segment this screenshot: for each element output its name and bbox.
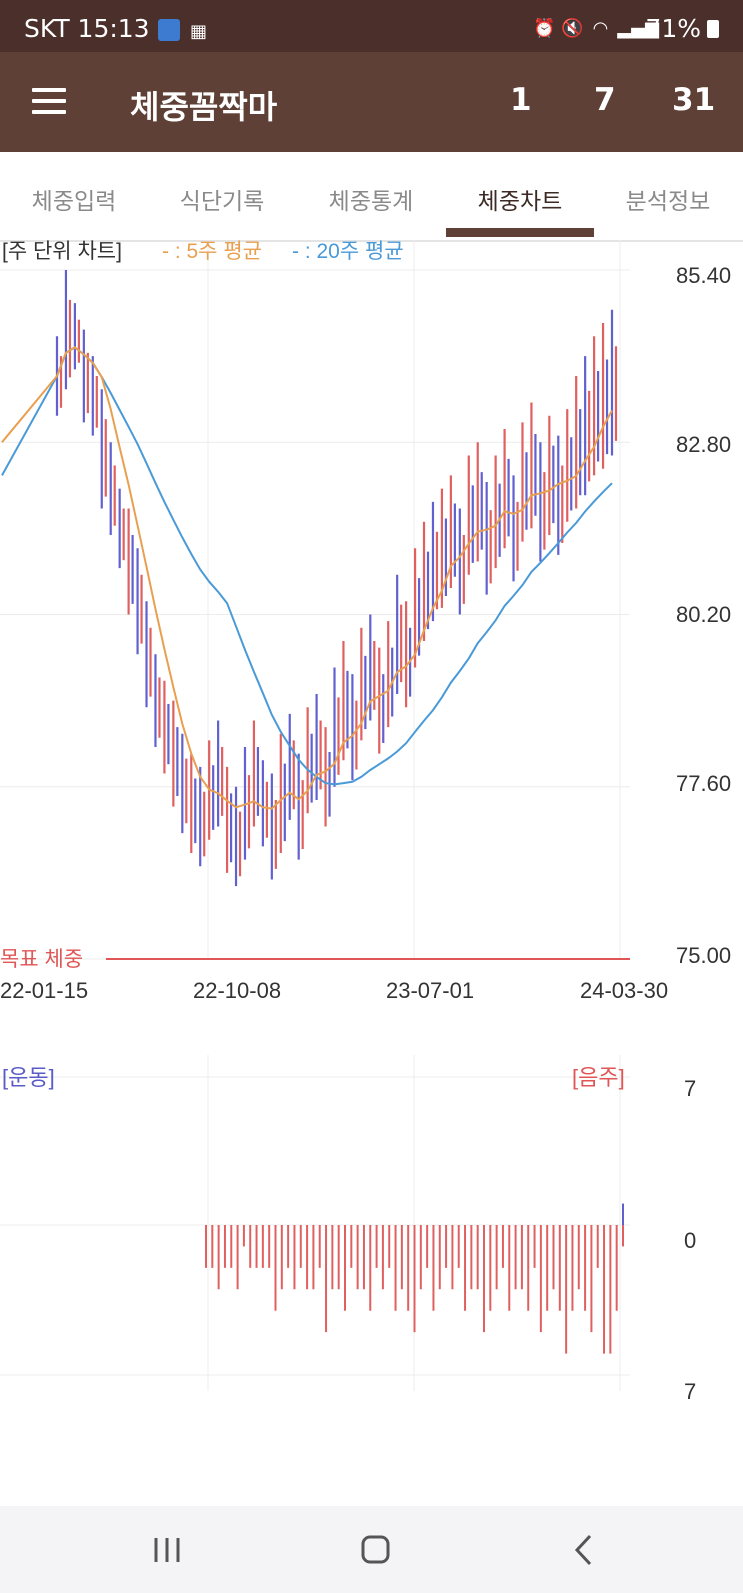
signal-icon: ▂▄▆ <box>617 17 659 39</box>
recent-apps-icon[interactable] <box>154 1538 180 1562</box>
tab-weight-chart[interactable]: 체중차트 <box>446 182 594 216</box>
counter-day[interactable]: 1 <box>510 82 532 118</box>
tab-weight-input[interactable]: 체중입력 <box>0 182 148 216</box>
legend-20week: - : 20주 평균 <box>292 240 404 263</box>
legend-5week: - : 5주 평균 <box>162 240 262 263</box>
nav-bar-icons <box>154 1534 592 1566</box>
alarm-icon: ⏰ <box>533 17 556 39</box>
nav-bar <box>0 1506 743 1593</box>
chart-title: [주 단위 차트] <box>2 240 122 263</box>
y-label-4: 77.60 <box>676 771 731 796</box>
menu-icon[interactable] <box>32 88 66 114</box>
exercise-label: [운동] <box>2 1065 55 1090</box>
activity-chart[interactable]: [운동] [음주] 7 0 7 <box>0 1055 743 1415</box>
x-label-1: 22-01-15 <box>0 978 88 1003</box>
tab-bar: 체중입력 식단기록 체중통계 체중차트 분석정보 <box>0 152 743 242</box>
y-label-3: 80.20 <box>676 602 731 627</box>
tab-analysis[interactable]: 분석정보 <box>594 182 742 216</box>
home-icon[interactable] <box>361 1535 390 1564</box>
goal-weight-label: 목표 체중 <box>0 948 83 971</box>
x-label-4: 24-03-30 <box>580 978 668 1003</box>
activity-y-bottom: 7 <box>684 1379 696 1404</box>
counter-week[interactable]: 7 <box>594 82 616 118</box>
active-tab-indicator <box>446 228 594 237</box>
app-bar: 체중꼼짝마 1 7 31 <box>0 52 743 152</box>
counter-month[interactable]: 31 <box>672 82 715 118</box>
carrier-label: SKT <box>24 14 70 43</box>
app-notification-icon <box>157 19 180 41</box>
status-right: ⏰ 🔇 ◠ ▂▄▆ 71% <box>533 14 719 43</box>
app-title: 체중꼼짝마 <box>130 88 278 126</box>
wifi-icon: ◠ <box>592 17 609 39</box>
weight-chart[interactable]: [주 단위 차트] - : 5주 평균 - : 20주 평균 목표 체중 85.… <box>0 240 743 1010</box>
back-icon[interactable] <box>574 1534 592 1566</box>
drinking-label: [음주] <box>572 1065 625 1090</box>
tab-weight-stats[interactable]: 체중통계 <box>297 182 445 216</box>
tab-diet-log[interactable]: 식단기록 <box>148 182 296 216</box>
y-label-5: 75.00 <box>676 943 731 968</box>
x-label-3: 23-07-01 <box>386 978 474 1003</box>
activity-y-top: 7 <box>684 1076 696 1101</box>
battery-percent: 71% <box>645 14 701 43</box>
y-label-1: 85.40 <box>676 263 731 288</box>
x-label-2: 22-10-08 <box>193 978 281 1003</box>
activity-y-zero: 0 <box>684 1228 696 1253</box>
status-time: 15:13 <box>77 14 150 43</box>
battery-icon <box>707 19 719 38</box>
status-bar: SKT 15:13 ▦ ⏰ 🔇 ◠ ▂▄▆ 71% <box>0 0 743 52</box>
contact-card-icon: ▦ <box>189 21 207 42</box>
status-left: SKT 15:13 ▦ <box>24 14 210 43</box>
y-label-2: 82.80 <box>676 432 731 457</box>
mute-icon: 🔇 <box>561 17 584 39</box>
